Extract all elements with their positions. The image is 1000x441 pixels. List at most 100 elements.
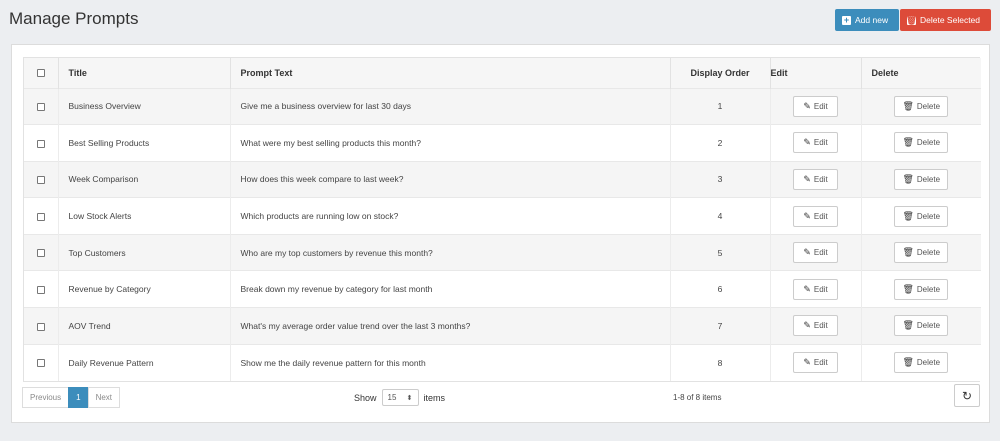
refresh-button[interactable]: ↻ (954, 384, 980, 407)
delete-button[interactable]: 🗑︎ Delete (894, 242, 949, 264)
row-select-cell (24, 344, 58, 381)
row-select-cell (24, 161, 58, 198)
delete-button[interactable]: 🗑︎ Delete (894, 352, 949, 374)
delete-button[interactable]: 🗑︎ Delete (894, 205, 949, 227)
column-header-prompt-text[interactable]: Prompt Text (229, 58, 670, 88)
row-prompt-text: How does this week compare to last week? (229, 161, 670, 198)
row-checkbox[interactable] (36, 103, 45, 112)
add-new-button[interactable]: + Add new (835, 9, 899, 31)
prompts-grid: Title Prompt Text Display Order Edit Del… (23, 57, 981, 382)
delete-button[interactable]: 🗑︎ Delete (894, 278, 949, 300)
row-checkbox[interactable] (36, 359, 45, 368)
delete-selected-label: Delete Selected (920, 15, 981, 25)
delete-button[interactable]: 🗑︎ Delete (894, 168, 949, 190)
pencil-icon: ✎ (803, 283, 811, 294)
trash-icon: 🗑︎ (902, 137, 914, 148)
delete-button[interactable]: 🗑︎ Delete (894, 315, 949, 337)
row-checkbox[interactable] (36, 139, 45, 148)
edit-label: Edit (813, 358, 828, 368)
row-edit-cell: ✎ Edit (769, 307, 861, 345)
delete-button[interactable]: 🗑︎ Delete (894, 95, 949, 117)
pencil-icon: ✎ (803, 137, 811, 148)
edit-label: Edit (813, 321, 828, 331)
trash-icon: 🗑︎ (902, 247, 914, 258)
previous-page-button[interactable]: Previous (22, 387, 70, 408)
table-row: Week Comparison How does this week compar… (24, 161, 981, 198)
table-header-row: Title Prompt Text Display Order Edit Del… (24, 58, 981, 88)
row-delete-cell: 🗑︎ Delete (860, 234, 981, 271)
page-1-button[interactable]: 1 (68, 387, 89, 408)
trash-icon: 🗑︎ (902, 100, 914, 111)
delete-label: Delete (916, 358, 941, 368)
row-display-order: 7 (669, 307, 770, 345)
row-delete-cell: 🗑︎ Delete (860, 88, 981, 125)
select-all-checkbox[interactable] (36, 69, 45, 78)
edit-label: Edit (813, 211, 828, 221)
row-checkbox[interactable] (36, 176, 45, 185)
row-display-order: 2 (669, 124, 770, 162)
edit-button[interactable]: ✎ Edit (793, 352, 838, 374)
row-edit-cell: ✎ Edit (769, 88, 861, 125)
row-checkbox[interactable] (36, 322, 45, 331)
column-header-title[interactable]: Title (57, 58, 230, 88)
pencil-icon: ✎ (803, 173, 811, 184)
items-label: items (423, 392, 446, 403)
table-row: Low Stock Alerts Which products are runni… (24, 197, 981, 235)
edit-button[interactable]: ✎ Edit (793, 95, 838, 117)
table-row: Business Overview Give me a business over… (24, 88, 981, 125)
row-edit-cell: ✎ Edit (769, 161, 861, 198)
row-title: Top Customers (57, 234, 230, 271)
delete-selected-button[interactable]: 🗑︎ Delete Selected (900, 9, 991, 31)
chevron-updown-icon: ⬍ (406, 394, 413, 402)
edit-button[interactable]: ✎ Edit (793, 315, 838, 337)
table-row: Best Selling Products What were my best s… (24, 124, 981, 162)
delete-label: Delete (916, 174, 941, 184)
edit-button[interactable]: ✎ Edit (793, 278, 838, 300)
table-row: AOV Trend What's my average order value t… (24, 307, 981, 345)
row-title: Business Overview (57, 88, 230, 125)
delete-button[interactable]: 🗑︎ Delete (894, 132, 949, 154)
prompts-table: Title Prompt Text Display Order Edit Del… (24, 58, 981, 381)
row-display-order: 5 (669, 234, 770, 271)
pagination: Previous 1 Next (22, 387, 121, 408)
pencil-icon: ✎ (803, 247, 811, 258)
row-prompt-text: Show me the daily revenue pattern for th… (229, 344, 670, 381)
column-header-display-order[interactable]: Display Order (669, 58, 770, 88)
row-checkbox[interactable] (36, 249, 45, 258)
row-title: Week Comparison (57, 161, 230, 198)
row-display-order: 3 (669, 161, 770, 198)
page-title: Manage Prompts (9, 9, 139, 28)
row-delete-cell: 🗑︎ Delete (860, 124, 981, 162)
pencil-icon: ✎ (803, 320, 811, 331)
trash-icon: 🗑︎ (902, 210, 914, 221)
row-edit-cell: ✎ Edit (769, 270, 861, 308)
edit-button[interactable]: ✎ Edit (793, 205, 838, 227)
show-label: Show (354, 392, 377, 403)
table-row: Top Customers Who are my top customers by… (24, 234, 981, 271)
row-select-cell (24, 234, 58, 271)
row-delete-cell: 🗑︎ Delete (860, 270, 981, 308)
row-title: Low Stock Alerts (57, 197, 230, 235)
trash-icon: 🗑︎ (902, 320, 914, 331)
select-all-cell (24, 58, 58, 88)
edit-button[interactable]: ✎ Edit (793, 242, 838, 264)
row-checkbox[interactable] (36, 212, 45, 221)
page-size-select[interactable]: 15 ⬍ (381, 389, 419, 406)
row-select-cell (24, 125, 58, 162)
pencil-icon: ✎ (803, 357, 811, 368)
page-size-value: 15 (387, 393, 397, 402)
next-page-button[interactable]: Next (87, 387, 121, 408)
row-delete-cell: 🗑︎ Delete (860, 197, 981, 235)
delete-label: Delete (916, 101, 941, 111)
delete-label: Delete (916, 138, 941, 148)
row-select-cell (24, 198, 58, 235)
edit-button[interactable]: ✎ Edit (793, 132, 838, 154)
delete-label: Delete (916, 284, 941, 294)
row-delete-cell: 🗑︎ Delete (860, 307, 981, 345)
edit-button[interactable]: ✎ Edit (793, 168, 838, 190)
row-checkbox[interactable] (36, 286, 45, 295)
pencil-icon: ✎ (803, 100, 811, 111)
pager: Previous 1 Next Show 15 ⬍ items 1-8 of 8… (22, 384, 980, 409)
trash-icon: 🗑︎ (902, 357, 914, 368)
plus-icon: + (842, 14, 851, 25)
